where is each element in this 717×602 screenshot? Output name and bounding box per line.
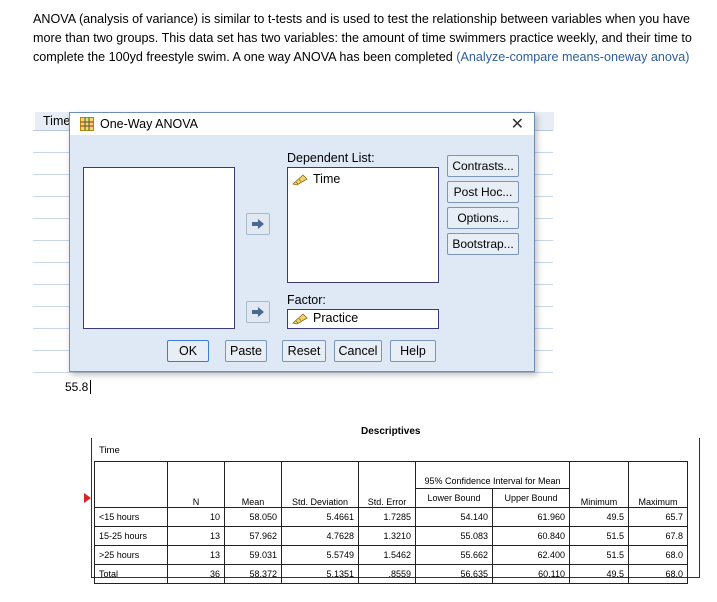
- grid-line: [33, 372, 553, 373]
- dependent-item-time[interactable]: Time: [292, 172, 340, 186]
- descriptives-table: N Mean Std. Deviation Std. Error 95% Con…: [94, 461, 688, 584]
- intro-menu-path: (Analyze-compare means-oneway anova): [456, 50, 690, 64]
- cell-minimum: 51.5: [569, 526, 629, 546]
- cell-lower-bound: 55.083: [415, 526, 493, 546]
- cancel-button[interactable]: Cancel: [334, 340, 382, 362]
- row-label: <15 hours: [94, 507, 168, 527]
- descriptives-title: Descriptives: [361, 426, 421, 437]
- scale-variable-icon: [292, 313, 308, 325]
- arrow-right-icon: [252, 307, 264, 317]
- cell-std-error: 1.5462: [358, 545, 416, 565]
- header-std-error: Std. Error: [358, 461, 416, 508]
- scale-variable-icon: [292, 174, 308, 186]
- cell-lower-bound: 54.140: [415, 507, 493, 527]
- dependent-list[interactable]: Time: [287, 167, 439, 283]
- cell-minimum: 51.5: [569, 545, 629, 565]
- header-lower-bound: Lower Bound: [415, 488, 493, 508]
- options-button[interactable]: Options...: [447, 207, 519, 229]
- cell-mean: 57.962: [224, 526, 282, 546]
- cell-std-error: .8559: [358, 564, 416, 584]
- paste-button[interactable]: Paste: [225, 340, 267, 362]
- header-empty-cell: [94, 461, 168, 508]
- grid-cell-value[interactable]: 55.8: [65, 380, 92, 394]
- row-label: Total: [94, 564, 168, 584]
- cell-mean: 58.050: [224, 507, 282, 527]
- table-row: <15 hours 10 58.050 5.4661 1.7285 54.140…: [94, 507, 688, 527]
- cell-n: 13: [167, 545, 225, 565]
- table-row: Total 36 58.372 5.1351 .8559 56.635 60.1…: [94, 564, 688, 584]
- cell-n: 10: [167, 507, 225, 527]
- cell-std-deviation: 4.7628: [281, 526, 359, 546]
- cell-upper-bound: 62.400: [492, 545, 570, 565]
- move-to-factor-button[interactable]: [246, 301, 270, 323]
- factor-item-practice[interactable]: Practice: [292, 311, 358, 325]
- cell-minimum: 49.5: [569, 507, 629, 527]
- dialog-titlebar[interactable]: One-Way ANOVA ✕: [70, 113, 534, 135]
- cell-minimum: 49.5: [569, 564, 629, 584]
- close-icon[interactable]: ✕: [511, 114, 524, 134]
- table-row: 15-25 hours 13 57.962 4.7628 1.3210 55.0…: [94, 526, 688, 546]
- dependent-item-label: Time: [313, 172, 341, 186]
- dependent-list-label: Dependent List:: [287, 151, 375, 165]
- header-n: N: [167, 461, 225, 508]
- factor-field[interactable]: Practice: [287, 309, 439, 329]
- arrow-right-icon: [252, 219, 264, 229]
- table-variable-label: Time: [99, 445, 120, 456]
- cell-lower-bound: 55.662: [415, 545, 493, 565]
- cell-maximum: 65.7: [628, 507, 688, 527]
- header-upper-bound: Upper Bound: [492, 488, 570, 508]
- cell-maximum: 67.8: [628, 526, 688, 546]
- dialog-title: One-Way ANOVA: [100, 117, 198, 131]
- cell-std-deviation: 5.5749: [281, 545, 359, 565]
- header-std-deviation: Std. Deviation: [281, 461, 359, 508]
- cell-n: 36: [167, 564, 225, 584]
- ok-button[interactable]: OK: [167, 340, 209, 362]
- bootstrap-button[interactable]: Bootstrap...: [447, 233, 519, 255]
- header-minimum: Minimum: [569, 461, 629, 508]
- reset-button[interactable]: Reset: [282, 340, 326, 362]
- header-ci: 95% Confidence Interval for Mean: [415, 461, 570, 489]
- post-hoc-button[interactable]: Post Hoc...: [447, 181, 519, 203]
- intro-paragraph: ANOVA (analysis of variance) is similar …: [33, 10, 703, 67]
- one-way-anova-dialog: One-Way ANOVA ✕ Dependent List: Time Fac…: [69, 112, 535, 372]
- header-mean: Mean: [224, 461, 282, 508]
- cell-std-deviation: 5.1351: [281, 564, 359, 584]
- header-maximum: Maximum: [628, 461, 688, 508]
- cell-mean: 59.031: [224, 545, 282, 565]
- help-button[interactable]: Help: [390, 340, 436, 362]
- source-variable-list[interactable]: [83, 167, 235, 329]
- cell-std-error: 1.3210: [358, 526, 416, 546]
- cell-upper-bound: 61.960: [492, 507, 570, 527]
- cell-lower-bound: 56.635: [415, 564, 493, 584]
- column-header-extra: [533, 112, 554, 130]
- factor-item-label: Practice: [313, 311, 359, 325]
- cell-n: 13: [167, 526, 225, 546]
- row-label: >25 hours: [94, 545, 168, 565]
- spss-grid-icon: [80, 117, 94, 131]
- factor-label: Factor:: [287, 293, 326, 307]
- cell-maximum: 68.0: [628, 564, 688, 584]
- contrasts-button[interactable]: Contrasts...: [447, 155, 519, 177]
- cell-mean: 58.372: [224, 564, 282, 584]
- cell-upper-bound: 60.110: [492, 564, 570, 584]
- cell-std-error: 1.7285: [358, 507, 416, 527]
- table-header-row: N Mean Std. Deviation Std. Error 95% Con…: [94, 461, 688, 508]
- cell-std-deviation: 5.4661: [281, 507, 359, 527]
- cell-upper-bound: 60.840: [492, 526, 570, 546]
- row-label: 15-25 hours: [94, 526, 168, 546]
- table-row: >25 hours 13 59.031 5.5749 1.5462 55.662…: [94, 545, 688, 565]
- cell-maximum: 68.0: [628, 545, 688, 565]
- move-to-dependent-button[interactable]: [246, 213, 270, 235]
- output-marker-icon: [84, 493, 91, 503]
